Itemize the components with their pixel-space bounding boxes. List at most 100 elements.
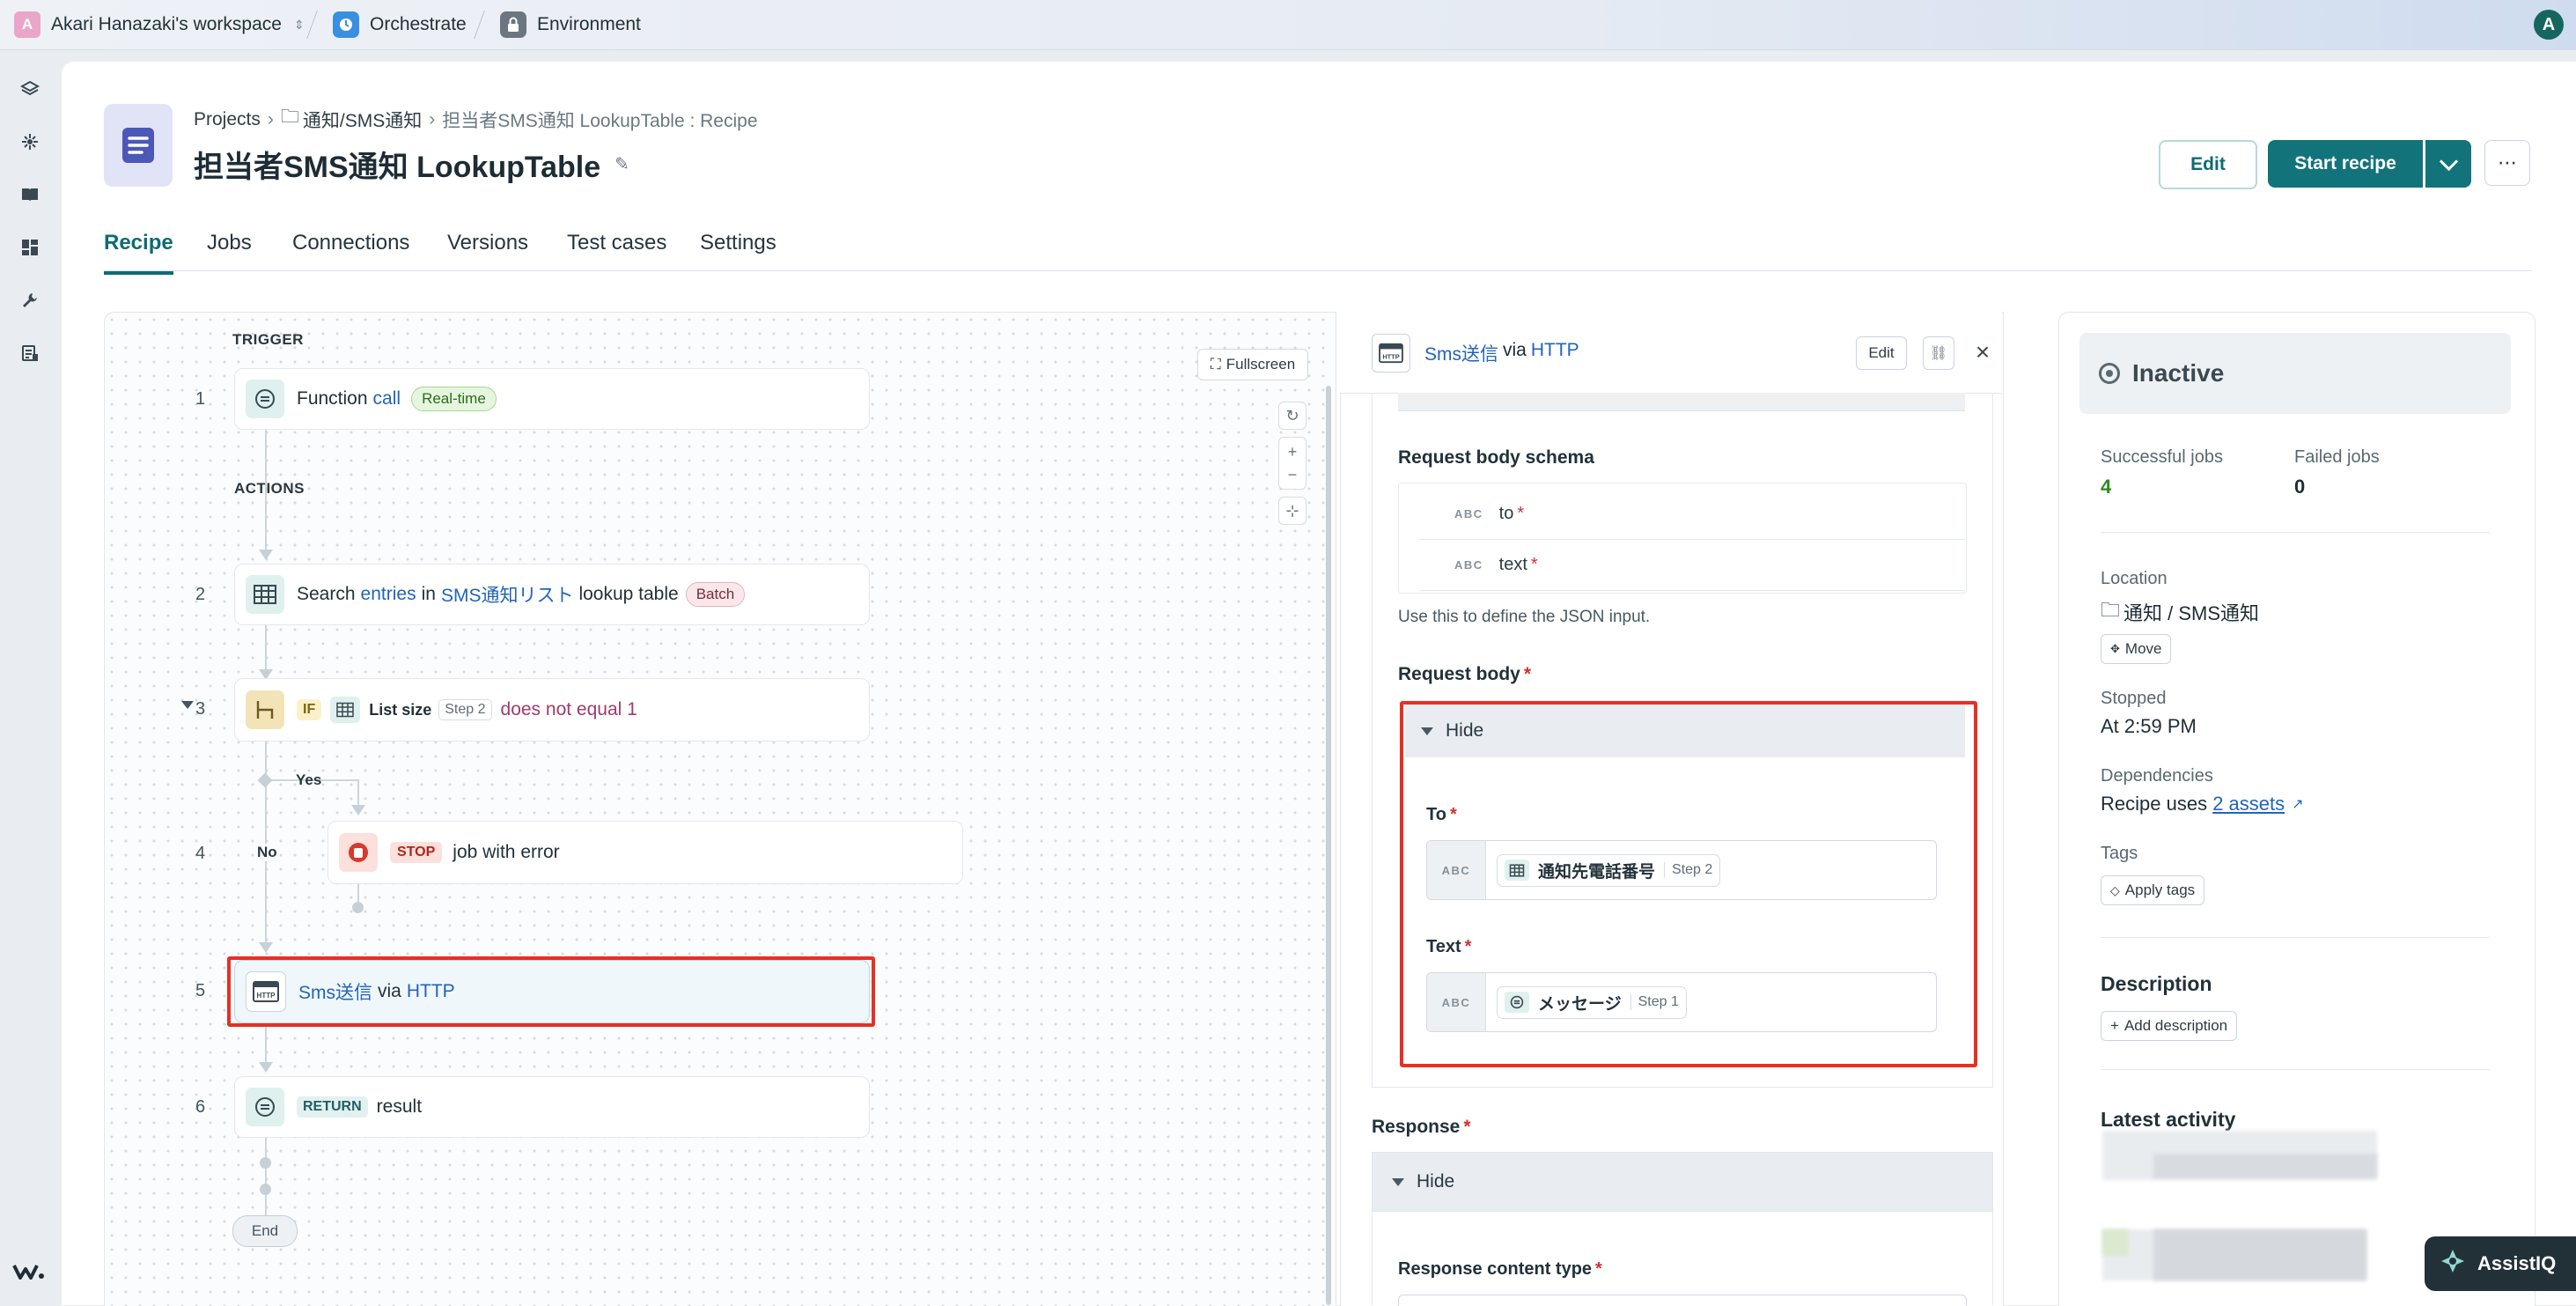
connector <box>265 430 267 553</box>
apply-tags-button[interactable]: ◇ Apply tags <box>2101 875 2205 905</box>
breadcrumb-current: 担当者SMS通知 LookupTable : Recipe <box>442 110 758 131</box>
tab-recipe[interactable]: Recipe <box>104 231 173 275</box>
response-hide-label: Hide <box>1417 1171 1455 1192</box>
dashboard-icon[interactable] <box>18 235 42 260</box>
step-3-if-condition[interactable]: IF List size Step 2 does not equal 1 <box>234 678 870 742</box>
assistiq-icon <box>2439 1247 2467 1280</box>
failed-jobs-count[interactable]: 0 <box>2294 476 2305 498</box>
detail-title: Sms送信 via HTTP <box>1424 340 1579 366</box>
successful-jobs-count[interactable]: 4 <box>2101 476 2111 498</box>
response-content-type-select[interactable] <box>1398 1295 1967 1306</box>
workato-logo-icon[interactable] <box>11 1258 49 1283</box>
wrench-icon[interactable] <box>18 288 42 313</box>
user-menu[interactable]: A <box>2534 0 2564 49</box>
divider <box>2101 937 2490 938</box>
assistiq-button[interactable]: AssistIQ <box>2425 1236 2576 1291</box>
request-body-highlight <box>1400 701 1977 1067</box>
start-recipe-button[interactable]: Start recipe <box>2268 140 2423 188</box>
breadcrumb: Projects › 🗀 通知/SMS通知 › 担当者SMS通知 LookupT… <box>194 104 758 135</box>
recipe-canvas[interactable] <box>104 312 1336 1306</box>
fullscreen-button[interactable]: ⛶ Fullscreen <box>1197 349 1308 380</box>
more-options-button[interactable]: ⋯ <box>2484 140 2530 186</box>
svg-text:HTTP: HTTP <box>1382 352 1399 360</box>
location-label: Location <box>2101 569 2168 588</box>
function-icon <box>246 380 284 418</box>
folder-icon: 🗀 <box>2101 599 2121 621</box>
activity-item-blurred <box>2153 1154 2377 1178</box>
connections-icon[interactable] <box>18 129 42 154</box>
schema-field-text[interactable]: ABC text * <box>1454 555 1538 575</box>
field-type: ABC <box>1454 507 1483 520</box>
move-button[interactable]: ✥ Move <box>2101 634 2172 664</box>
step-text: result <box>376 1096 423 1117</box>
assets-link[interactable]: 2 assets <box>2212 793 2285 815</box>
flow-dot <box>260 1157 271 1169</box>
tab-versions[interactable]: Versions <box>447 231 528 271</box>
failed-jobs-label: Failed jobs <box>2294 447 2380 467</box>
step-link: call <box>372 388 401 409</box>
step-6-return[interactable]: RETURN result <box>234 1076 870 1138</box>
collapse-caret-icon[interactable] <box>181 701 194 709</box>
http-icon: HTTP <box>1372 334 1410 373</box>
tab-connections[interactable]: Connections <box>292 231 409 271</box>
workspace-switcher[interactable]: A Akari Hanazaki's workspace ⇕ <box>14 0 305 49</box>
add-description-button[interactable]: + Add description <box>2101 1011 2238 1041</box>
end-node: End <box>232 1215 298 1247</box>
recenter-icon[interactable]: ⊹ <box>1278 497 1306 525</box>
actions-label: ACTIONS <box>234 480 305 497</box>
orchestrate-label: Orchestrate <box>370 14 467 34</box>
nav-orchestrate[interactable]: Orchestrate <box>333 0 467 49</box>
tab-test-cases[interactable]: Test cases <box>567 231 666 271</box>
tab-jobs[interactable]: Jobs <box>207 231 252 271</box>
workspace-name: Akari Hanazaki's workspace <box>51 14 282 34</box>
step-4-stop-job[interactable]: STOP job with error <box>328 821 963 884</box>
chevron-down-icon <box>2439 151 2458 171</box>
chevron-right-icon: › <box>267 108 274 129</box>
step-link: entries <box>360 584 416 604</box>
step-number: 5 <box>195 981 206 1000</box>
step-2-search-lookup[interactable]: Search entries in SMS通知リスト lookup table … <box>234 564 870 625</box>
divider <box>1419 539 1965 540</box>
reset-zoom-icon[interactable]: ↻ <box>1278 402 1306 430</box>
panel-resizer[interactable] <box>1326 386 1331 1305</box>
layers-icon[interactable] <box>18 77 42 101</box>
start-recipe-dropdown[interactable] <box>2425 140 2471 188</box>
tab-settings[interactable]: Settings <box>700 231 776 271</box>
edit-button[interactable]: Edit <box>2159 140 2257 189</box>
breadcrumb-projects[interactable]: Projects <box>194 109 261 130</box>
breadcrumb-folder[interactable]: 通知/SMS通知 <box>303 107 422 133</box>
link-icon[interactable]: ⛓ <box>1923 336 1954 370</box>
stop-hand-icon <box>339 833 378 872</box>
if-badge: IF <box>297 699 322 720</box>
detail-title-via: via <box>1503 340 1527 360</box>
step-text: lookup table <box>578 584 679 604</box>
step-1-function-call[interactable]: Function call Real-time <box>234 368 870 430</box>
close-icon[interactable]: × <box>1969 335 1997 370</box>
book-icon[interactable] <box>18 182 42 207</box>
connector <box>265 1136 267 1224</box>
detail-edit-button[interactable]: Edit <box>1856 336 1907 370</box>
lookup-table-link: SMS通知リスト <box>440 586 574 606</box>
condition-operator: does not equal 1 <box>500 699 637 719</box>
lock-icon <box>500 11 526 38</box>
pencil-icon[interactable]: ✎ <box>615 153 629 175</box>
successful-jobs-label: Successful jobs <box>2101 447 2223 467</box>
chevron-updown-icon: ⇕ <box>293 17 305 32</box>
location-value[interactable]: 🗀 通知 / SMS通知 <box>2101 595 2259 629</box>
chevron-right-icon: › <box>429 108 436 129</box>
table-doc-icon[interactable] <box>18 341 42 365</box>
schema-field-to[interactable]: ABC to * <box>1454 504 1524 524</box>
flow-dot <box>260 1184 271 1195</box>
nav-environment[interactable]: Environment <box>500 0 641 49</box>
external-link-icon[interactable]: ↗ <box>2292 795 2303 813</box>
dependencies-label: Dependencies <box>2101 766 2213 786</box>
detail-title-connector: HTTP <box>1530 340 1579 360</box>
workspace-avatar: A <box>14 11 40 38</box>
response-toggle[interactable]: Hide <box>1372 1152 1993 1212</box>
step-5-highlight <box>227 956 875 1027</box>
detail-title-app: Sms送信 <box>1424 344 1498 365</box>
separator <box>474 11 485 39</box>
zoom-controls[interactable]: + − <box>1278 437 1306 490</box>
zoom-in-icon[interactable]: + <box>1288 440 1298 463</box>
zoom-out-icon[interactable]: − <box>1288 463 1298 486</box>
